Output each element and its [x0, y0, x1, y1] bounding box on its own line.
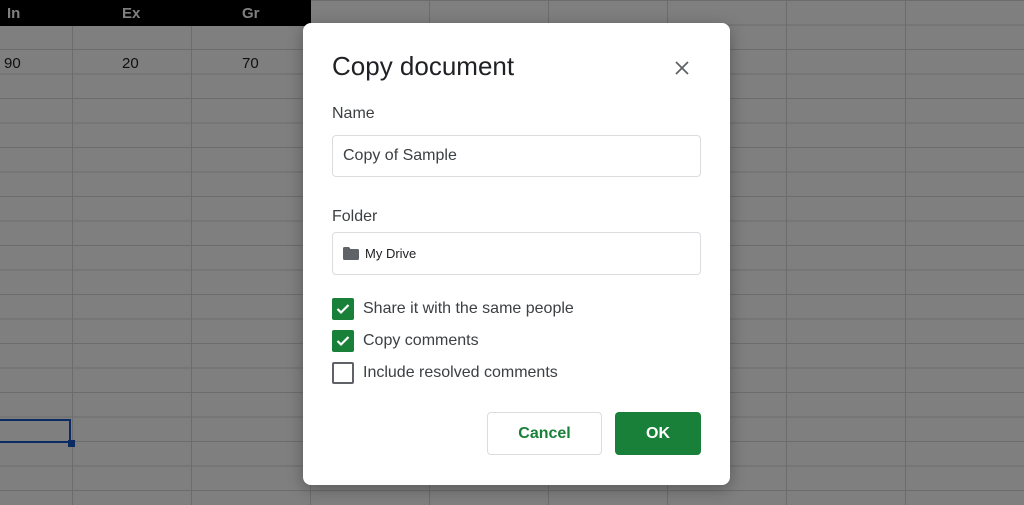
folder-value: My Drive	[365, 246, 417, 261]
folder-picker[interactable]: My Drive	[332, 232, 701, 275]
cancel-button[interactable]: Cancel	[487, 412, 602, 455]
ok-button[interactable]: OK	[615, 412, 701, 455]
resolved-comments-option[interactable]: Include resolved comments	[332, 362, 558, 384]
copy-comments-option[interactable]: Copy comments	[332, 330, 479, 352]
dialog-title: Copy document	[332, 51, 515, 81]
folder-icon	[343, 247, 359, 260]
resolved-comments-checkbox[interactable]	[332, 362, 354, 384]
name-label: Name	[332, 105, 375, 122]
close-icon	[675, 61, 689, 75]
checkmark-icon	[336, 304, 350, 315]
checkmark-icon	[336, 336, 350, 347]
copy-comments-checkbox[interactable]	[332, 330, 354, 352]
copy-document-dialog: Copy document Name Folder My Drive Share…	[303, 23, 730, 485]
folder-label: Folder	[332, 208, 378, 225]
close-button[interactable]	[665, 51, 699, 85]
share-option[interactable]: Share it with the same people	[332, 298, 574, 320]
copy-comments-label: Copy comments	[363, 332, 479, 349]
resolved-comments-label: Include resolved comments	[363, 364, 558, 381]
share-checkbox[interactable]	[332, 298, 354, 320]
name-input[interactable]	[332, 135, 701, 177]
share-label: Share it with the same people	[363, 300, 574, 317]
